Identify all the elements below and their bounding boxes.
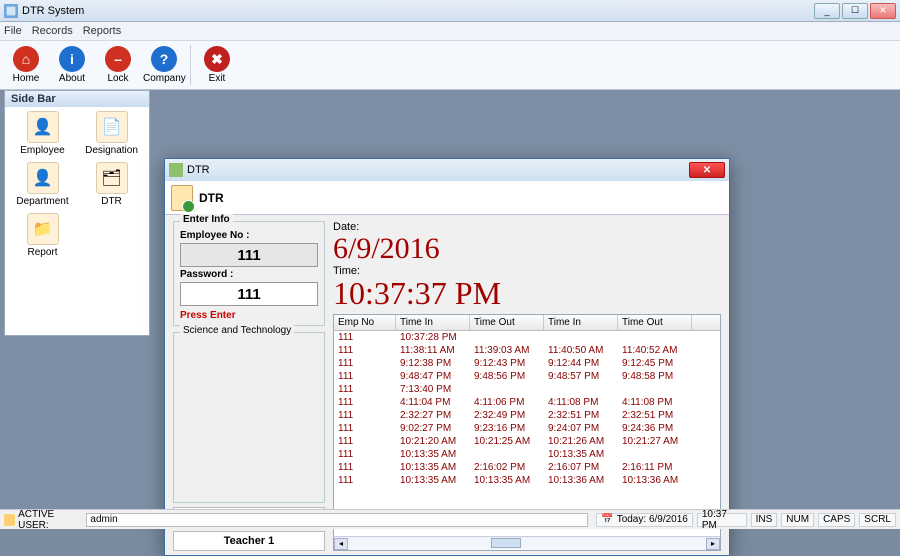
dtr-header: DTR [165, 181, 729, 215]
scrl-flag: SCRL [859, 513, 896, 527]
ins-flag: INS [751, 513, 778, 527]
table-row[interactable]: 11110:13:35 AM2:16:02 PM2:16:07 PM2:16:1… [334, 461, 720, 474]
dtr-icon: 🗂 [96, 162, 128, 194]
home-icon: ⌂ [13, 46, 39, 72]
enter-info-legend: Enter Info [180, 214, 233, 225]
lock-icon: – [105, 46, 131, 72]
scroll-left-button[interactable]: ◂ [334, 538, 348, 550]
table-row[interactable]: 1119:48:47 PM9:48:56 PM9:48:57 PM9:48:58… [334, 370, 720, 383]
date-value: 6/9/2016 [333, 233, 721, 265]
info-bar-name: Teacher 1 [173, 531, 325, 551]
titlebar[interactable]: DTR System _ ☐ ✕ [0, 0, 900, 22]
time-chip: 10:37 PM [697, 513, 747, 527]
today-chip: 📅 Today: 6/9/2016 [596, 513, 693, 527]
password-label: Password : [180, 269, 318, 280]
time-value: 10:37:37 PM [333, 277, 721, 311]
app-icon [4, 4, 18, 18]
sidebar-item-report[interactable]: 📁Report [9, 213, 76, 258]
designation-icon: 📄 [96, 111, 128, 143]
dtr-header-icon [171, 185, 193, 211]
table-row[interactable]: 11111:38:11 AM11:39:03 AM11:40:50 AM11:4… [334, 344, 720, 357]
dtr-close-button[interactable]: ✕ [689, 162, 725, 178]
main-window: DTR System _ ☐ ✕ File Records Reports ⌂H… [0, 0, 900, 529]
app-title: DTR System [22, 5, 84, 17]
password-input[interactable] [180, 282, 318, 306]
minimize-button[interactable]: _ [814, 3, 840, 19]
sidebar-item-designation[interactable]: 📄Designation [78, 111, 145, 156]
table-row[interactable]: 11110:37:28 PM [334, 331, 720, 344]
column-header[interactable]: Time In [544, 315, 618, 330]
dtr-window-title: DTR [187, 164, 210, 176]
home-button[interactable]: ⌂Home [4, 43, 48, 87]
sidebar-item-department[interactable]: 👤Department [9, 162, 76, 207]
about-button[interactable]: iAbout [50, 43, 94, 87]
sidebar-item-dtr[interactable]: 🗂DTR [78, 162, 145, 207]
menu-records[interactable]: Records [32, 25, 73, 37]
active-user-label: ACTIVE USER: [18, 509, 82, 531]
report-icon: 📁 [27, 213, 59, 245]
table-row[interactable]: 1114:11:04 PM4:11:06 PM4:11:08 PM4:11:08… [334, 396, 720, 409]
dtr-window: DTR ✕ DTR Enter Info Employee No : Passw… [164, 158, 730, 556]
table-row[interactable]: 1119:02:27 PM9:23:16 PM9:24:07 PM9:24:36… [334, 422, 720, 435]
exit-icon: ✖ [204, 46, 230, 72]
press-enter-label: Press Enter [180, 310, 318, 321]
scroll-right-button[interactable]: ▸ [706, 538, 720, 550]
num-flag: NUM [781, 513, 814, 527]
department-icon: 👤 [27, 162, 59, 194]
column-header[interactable]: Time Out [618, 315, 692, 330]
company-button[interactable]: ?Company [142, 43, 186, 87]
user-icon [4, 514, 15, 526]
column-header[interactable]: Emp No [334, 315, 396, 330]
table-row[interactable]: 1112:32:27 PM2:32:49 PM2:32:51 PM2:32:51… [334, 409, 720, 422]
horizontal-scrollbar[interactable]: ◂ ▸ [334, 536, 720, 550]
mdi-area: Side Bar 👤Employee📄Designation👤Departmen… [0, 90, 900, 509]
menubar: File Records Reports [0, 22, 900, 40]
maximize-button[interactable]: ☐ [842, 3, 868, 19]
scroll-thumb[interactable] [491, 538, 521, 548]
table-row[interactable]: 11110:13:35 AM10:13:35 AM [334, 448, 720, 461]
dtr-window-icon [169, 163, 183, 177]
active-user-field[interactable] [86, 513, 588, 527]
menu-file[interactable]: File [4, 25, 22, 37]
info-icon: i [59, 46, 85, 72]
lock-button[interactable]: –Lock [96, 43, 140, 87]
department-group: Science and Technology [173, 332, 325, 503]
table-row[interactable]: 1119:12:38 PM9:12:43 PM9:12:44 PM9:12:45… [334, 357, 720, 370]
close-button[interactable]: ✕ [870, 3, 896, 19]
menu-reports[interactable]: Reports [83, 25, 122, 37]
employee-icon: 👤 [27, 111, 59, 143]
enter-info-group: Enter Info Employee No : Password : Pres… [173, 221, 325, 326]
table-row[interactable]: 1117:13:40 PM [334, 383, 720, 396]
sidebar-title: Side Bar [5, 91, 149, 107]
exit-button[interactable]: ✖Exit [195, 43, 239, 87]
dtr-titlebar[interactable]: DTR ✕ [165, 159, 729, 181]
table-row[interactable]: 11110:13:35 AM10:13:35 AM10:13:36 AM10:1… [334, 474, 720, 487]
employee-no-input[interactable] [180, 243, 318, 267]
employee-no-label: Employee No : [180, 230, 318, 241]
column-header[interactable]: Time In [396, 315, 470, 330]
column-header[interactable]: Time Out [470, 315, 544, 330]
sidebar-item-employee[interactable]: 👤Employee [9, 111, 76, 156]
dtr-header-label: DTR [199, 191, 224, 205]
company-icon: ? [151, 46, 177, 72]
toolbar: ⌂HomeiAbout–Lock?Company✖Exit [0, 40, 900, 90]
statusbar: ACTIVE USER: 📅 Today: 6/9/2016 10:37 PM … [0, 509, 900, 529]
caps-flag: CAPS [818, 513, 855, 527]
sidebar: Side Bar 👤Employee📄Designation👤Departmen… [4, 90, 150, 336]
table-row[interactable]: 11110:21:20 AM10:21:25 AM10:21:26 AM10:2… [334, 435, 720, 448]
department-legend: Science and Technology [180, 325, 294, 336]
